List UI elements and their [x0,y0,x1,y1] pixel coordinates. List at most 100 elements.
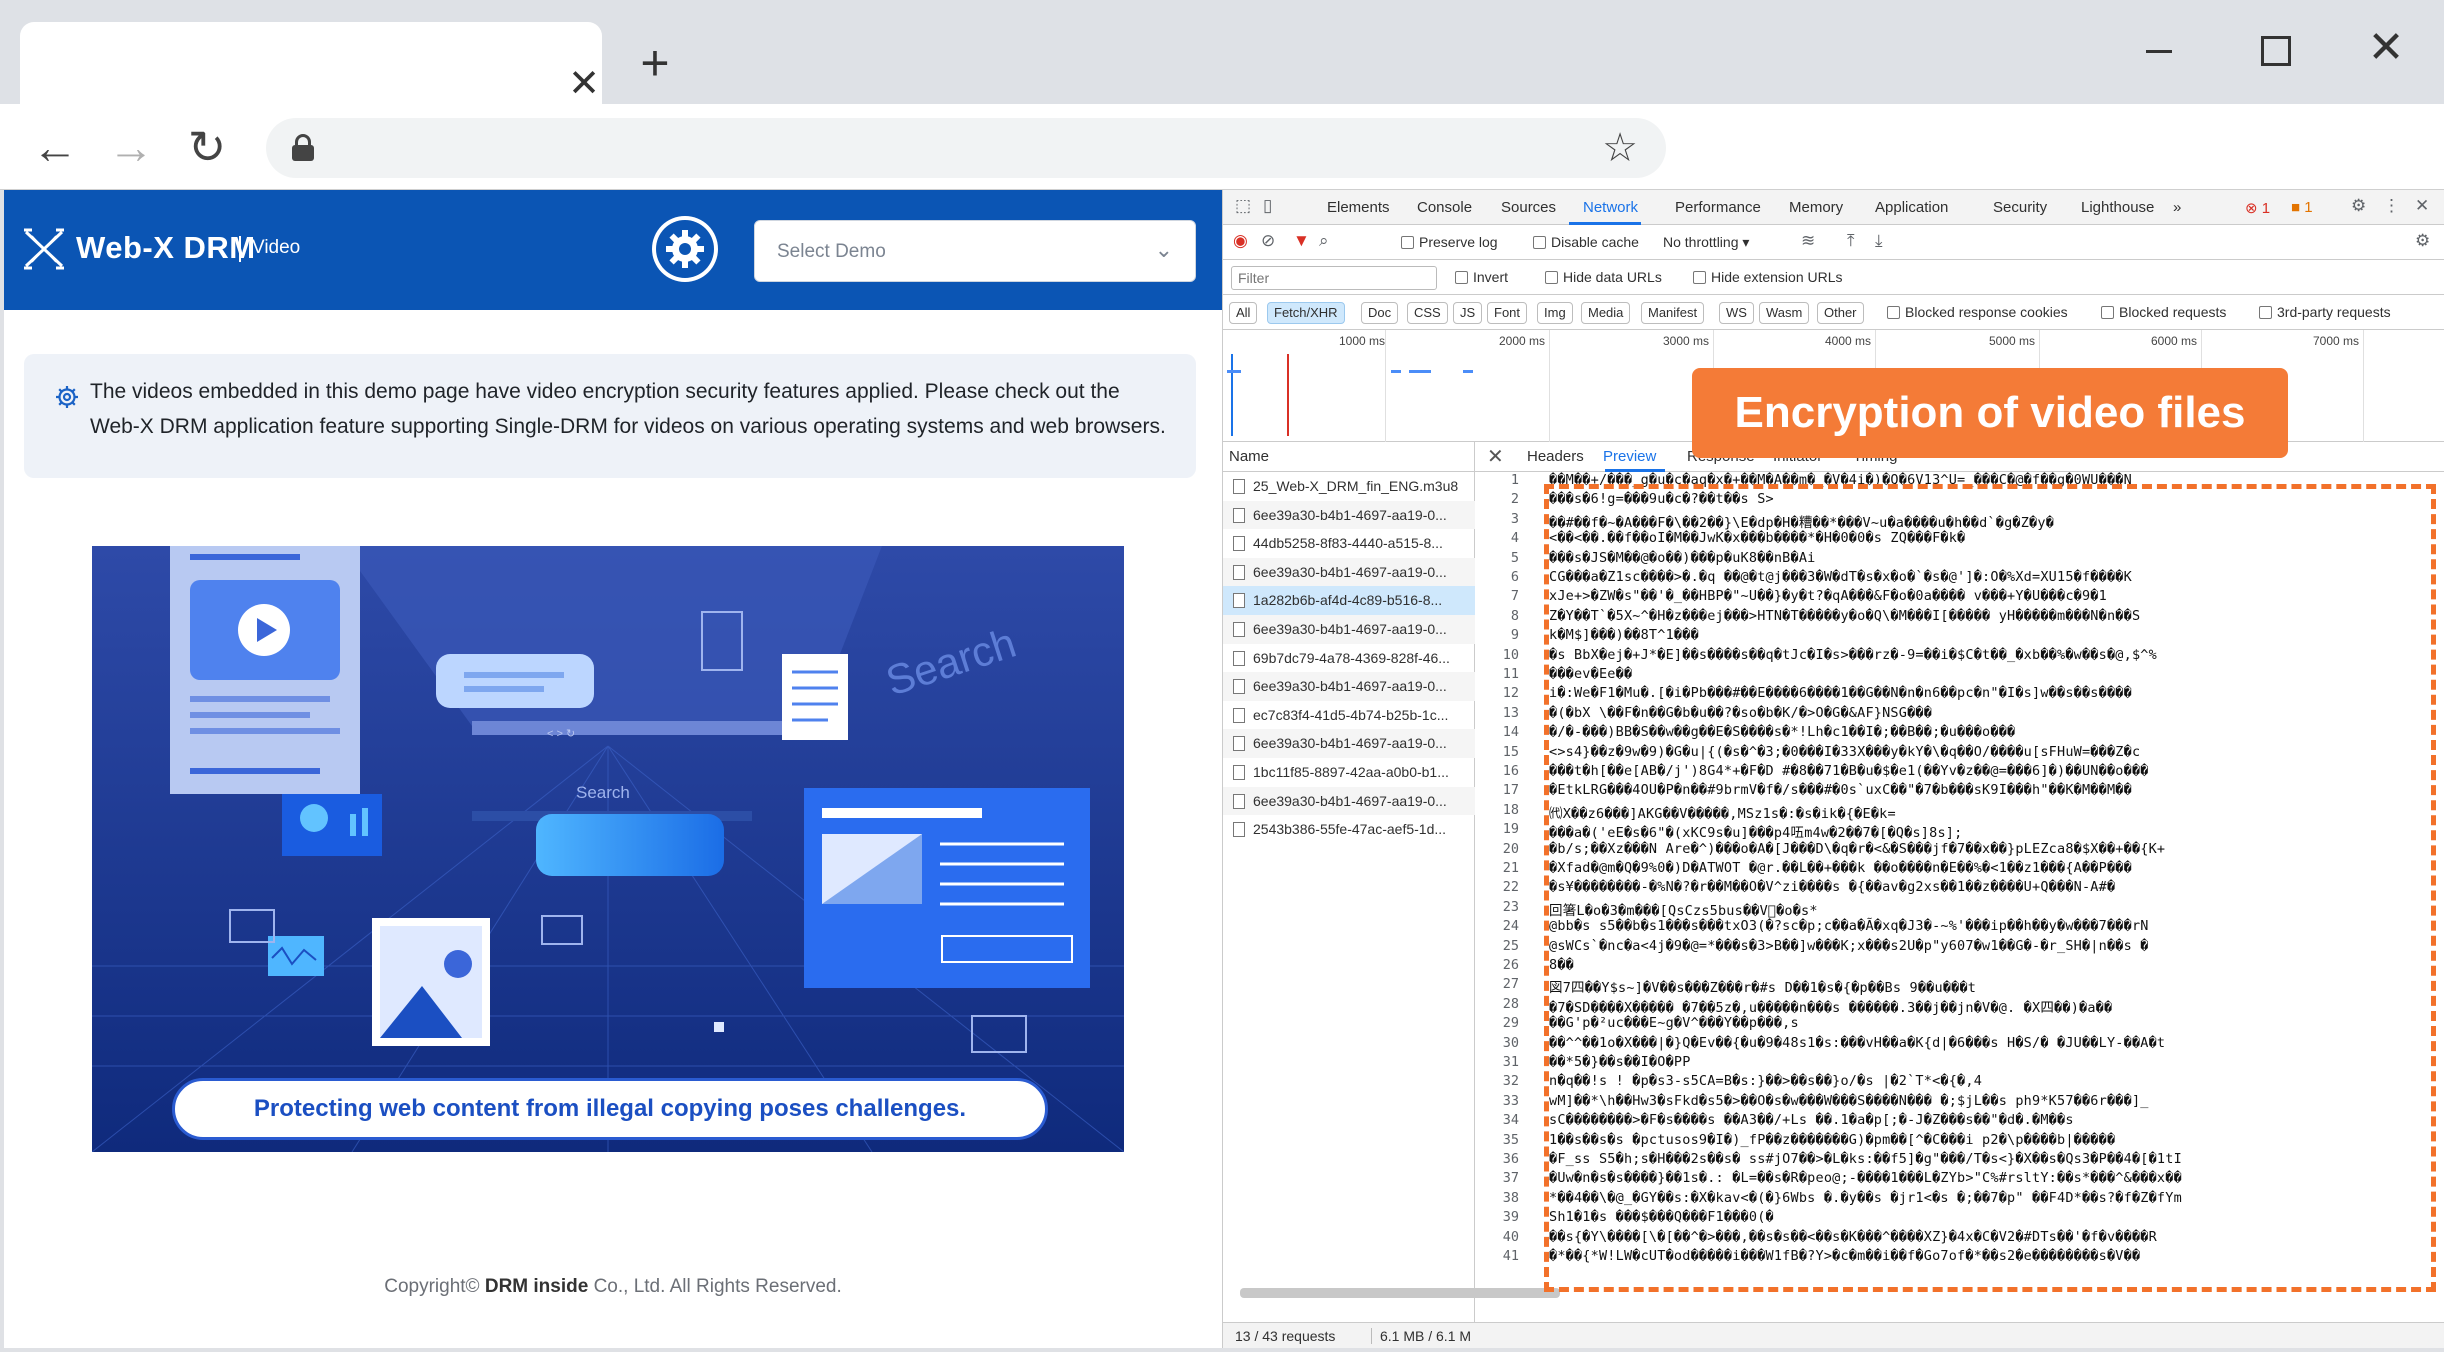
request-row[interactable]: 69b7dc79-4a78-4369-828f-46... [1223,644,1475,673]
type-doc[interactable]: Doc [1361,302,1399,324]
devtools-tab-application[interactable]: Application [1875,199,1948,216]
devtools-tab-security[interactable]: Security [1993,199,2047,216]
file-icon [1233,622,1245,637]
browser-tab[interactable]: ✕ [20,22,602,105]
settings-button[interactable] [652,216,718,282]
request-row[interactable]: 44db5258-8f83-4440-a515-8... [1223,529,1475,558]
address-bar[interactable]: ☆ [266,118,1666,178]
timeline-marker [1231,354,1233,436]
type-wasm[interactable]: Wasm [1759,302,1810,324]
line-number: 40 [1502,1228,1519,1245]
request-row[interactable]: ec7c83f4-41d5-4b74-b25b-1c... [1223,701,1475,730]
error-count-badge[interactable]: ⊗ 1 [2245,199,2270,217]
disable-cache-checkbox[interactable]: Disable cache [1533,234,1639,250]
network-conditions-icon[interactable]: ≋ [1801,231,1815,251]
line-content: �EtkLRG���4OU�P�n��#9brmV�f�/s���#�0s`ux… [1549,782,2132,799]
encryption-callout: Encryption of video files [1692,368,2288,458]
request-row[interactable]: 1bc11f85-8897-42aa-a0b0-b1... [1223,758,1475,787]
type-img[interactable]: Img [1537,302,1573,324]
name-column-header[interactable]: Name [1223,442,1475,472]
network-toolbar: ◉ ⊘ ▼ ⌕ Preserve log Disable cache No th… [1223,225,2444,260]
type-js[interactable]: JS [1453,302,1483,324]
request-row[interactable]: 6ee39a30-b4b1-4697-aa19-0... [1223,786,1475,816]
horizontal-scrollbar[interactable] [1240,1288,1560,1298]
devtools-tab-memory[interactable]: Memory [1789,199,1843,216]
code-line: 19 ���a�('eE�s�6"�(xKC9s�u]���p4㕶m4w�2��7… [1475,821,2444,841]
filter-input[interactable] [1231,266,1437,290]
request-name: 6ee39a30-b4b1-4697-aa19-0... [1253,792,1447,809]
devtools-tab-elements[interactable]: Elements [1327,199,1390,216]
type-media[interactable]: Media [1581,302,1631,324]
code-line: 7 xJe+>�ZW�s"��'�_��HBP�"~U��}�y�t?�qA���… [1475,588,2444,607]
devtools-tab-sources[interactable]: Sources [1501,199,1556,216]
request-row[interactable]: 6ee39a30-b4b1-4697-aa19-0... [1223,615,1475,644]
clear-icon[interactable]: ⊘ [1261,231,1275,251]
type-font[interactable]: Font [1487,302,1528,324]
request-row-selected[interactable]: 1a282b6b-af4d-4c89-b516-8... [1223,586,1475,615]
reload-icon[interactable]: ↻ [180,120,234,174]
more-tabs-icon[interactable]: » [2173,199,2181,216]
filter-icon[interactable]: ▼ [1293,231,1310,251]
devtools-tab-performance[interactable]: Performance [1675,199,1761,216]
code-line: 31 ��*5�}��s��I�O�PP [1475,1054,2444,1073]
timeline-bar [1227,370,1241,373]
window-close-button[interactable]: ✕ [2356,26,2416,70]
inspect-element-icon[interactable]: ⬚ [1235,196,1251,216]
type-fetch-xhr[interactable]: Fetch/XHR [1267,302,1345,324]
request-row[interactable]: 25_Web-X_DRM_fin_ENG.m3u8 [1223,472,1475,501]
search-icon[interactable]: ⌕ [1319,231,1329,251]
invert-checkbox[interactable]: Invert [1455,269,1508,285]
line-content: ��#��f�~�A���F�\��2��}\E�dp�H�糟��*���V~u… [1549,514,2055,531]
warning-count-badge[interactable]: ■ 1 [2291,199,2313,216]
devtools-tab-lighthouse[interactable]: Lighthouse [2081,199,2154,216]
hero-caption-pill: Protecting web content from illegal copy… [172,1078,1048,1140]
back-arrow-icon[interactable]: ← [28,120,82,174]
select-demo-dropdown[interactable]: Select Demo ⌄ [754,220,1196,282]
code-line: 26 8�� [1475,957,2444,976]
line-number: 35 [1502,1131,1519,1148]
code-line: 25 @sWCs`�nc�a<4j�9�@=*���s�3>B��]w���K;x… [1475,938,2444,957]
kebab-menu-icon[interactable]: ⋮ [2383,196,2400,216]
preview-code-view[interactable]: 1 ��M��+/���_g�u�c�aq�x�+��M�A��m�_�V�4i�… [1475,472,2444,1322]
blocked-requests-checkbox[interactable]: Blocked requests [2101,304,2226,320]
close-devtools-icon[interactable]: ✕ [2415,196,2429,216]
line-number: 18 [1502,801,1519,818]
type-manifest[interactable]: Manifest [1641,302,1705,324]
hide-data-urls-checkbox[interactable]: Hide data URLs [1545,269,1662,285]
window-minimize-button[interactable] [2130,26,2190,70]
detail-tab-headers[interactable]: Headers [1527,448,1584,465]
network-settings-icon[interactable]: ⚙ [2415,231,2430,251]
gear-icon[interactable]: ⚙ [2351,196,2366,216]
devtools-tab-console[interactable]: Console [1417,199,1472,216]
type-ws[interactable]: WS [1719,302,1754,324]
import-har-icon[interactable]: ⤒ [1847,231,1855,251]
close-detail-icon[interactable]: ✕ [1487,444,1504,469]
detail-tab-preview[interactable]: Preview [1603,448,1656,465]
timeline-bar [1463,370,1473,373]
request-row[interactable]: 6ee39a30-b4b1-4697-aa19-0... [1223,729,1475,758]
throttling-select[interactable]: No throttling ▾ [1663,234,1749,251]
type-all[interactable]: All [1229,302,1258,324]
export-har-icon[interactable]: ⤓ [1875,231,1883,251]
window-maximize-button[interactable] [2244,26,2304,70]
request-row[interactable]: 6ee39a30-b4b1-4697-aa19-0... [1223,557,1475,587]
type-other[interactable]: Other [1817,302,1864,324]
request-row[interactable]: 6ee39a30-b4b1-4697-aa19-0... [1223,672,1475,701]
request-row[interactable]: 2543b386-55fe-47ac-aef5-1d... [1223,815,1475,844]
blocked-cookies-checkbox[interactable]: Blocked response cookies [1887,304,2068,320]
device-toolbar-icon[interactable]: ▯ [1263,196,1272,216]
third-party-checkbox[interactable]: 3rd-party requests [2259,304,2391,320]
tab-close-icon[interactable]: ✕ [562,62,606,106]
type-css[interactable]: CSS [1407,302,1448,324]
new-tab-button[interactable]: + [630,38,680,88]
devtools-tab-network[interactable]: Network [1583,199,1638,216]
record-icon[interactable]: ◉ [1233,231,1248,251]
forward-arrow-icon[interactable]: → [104,120,158,174]
bookmark-star-icon[interactable]: ☆ [1596,124,1644,172]
lock-icon[interactable] [292,134,314,161]
hide-extension-urls-checkbox[interactable]: Hide extension URLs [1693,269,1843,285]
copyright-prefix: Copyright© [384,1276,485,1297]
preserve-log-checkbox[interactable]: Preserve log [1401,234,1498,250]
request-row[interactable]: 6ee39a30-b4b1-4697-aa19-0... [1223,500,1475,530]
line-number: 26 [1502,957,1519,973]
